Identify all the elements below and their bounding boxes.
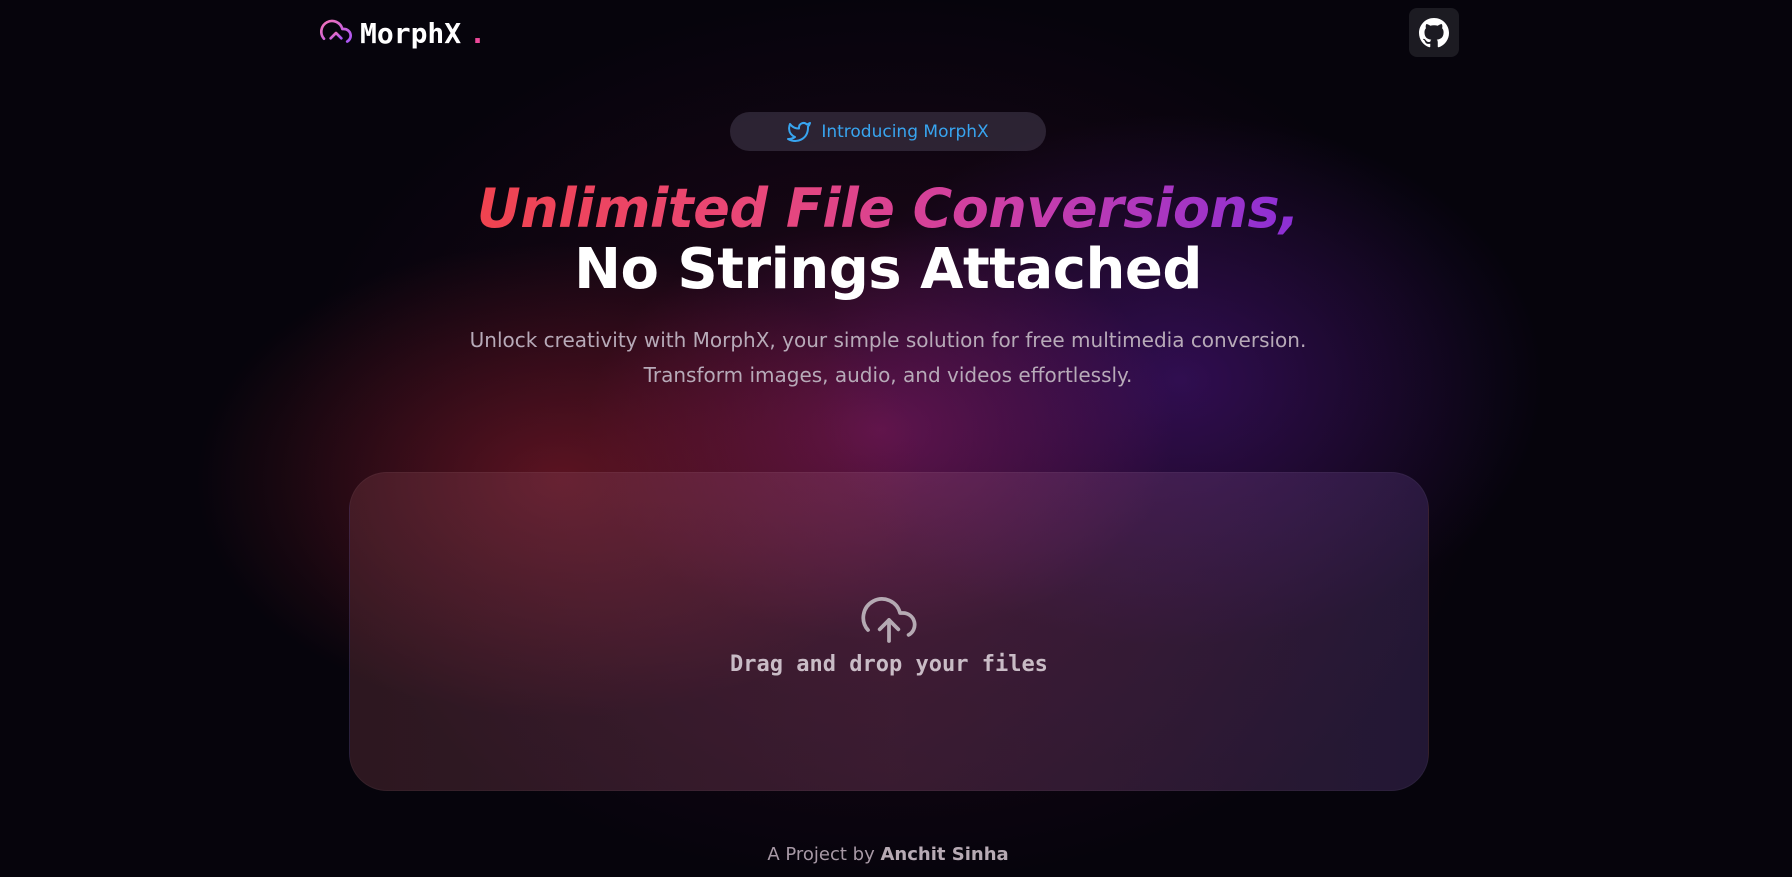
file-dropzone[interactable]: Drag and drop your files xyxy=(349,472,1429,791)
badge-label: Introducing MorphX xyxy=(821,121,989,142)
dropzone-label: Drag and drop your files xyxy=(730,652,1048,677)
header: MorphX . xyxy=(0,0,1792,66)
footer-author-link[interactable]: Anchit Sinha xyxy=(880,844,1008,865)
github-button[interactable] xyxy=(1409,8,1459,57)
page: MorphX . Introducing MorphX Unlimited Fi… xyxy=(0,0,1792,877)
github-icon xyxy=(1419,17,1449,48)
introducing-badge[interactable]: Introducing MorphX xyxy=(730,112,1046,151)
footer: A Project by Anchit Sinha xyxy=(0,844,1776,865)
logo-dot: . xyxy=(469,16,487,50)
title-line-1: Unlimited File Conversions, xyxy=(476,177,1300,240)
title-line-2: No Strings Attached xyxy=(574,237,1202,302)
twitter-icon xyxy=(787,120,812,144)
subtitle-line-2: Transform images, audio, and videos effo… xyxy=(643,363,1133,387)
logo-text: MorphX xyxy=(360,16,462,50)
subtitle-line-1: Unlock creativity with MorphX, your simp… xyxy=(469,328,1307,352)
subtitle: Unlock creativity with MorphX, your simp… xyxy=(0,323,1776,393)
cloud-upload-icon xyxy=(859,592,919,648)
page-title: Unlimited File Conversions, No Strings A… xyxy=(0,176,1776,298)
footer-prefix: A Project by xyxy=(767,844,875,865)
logo[interactable]: MorphX . xyxy=(320,14,486,52)
cloud-upload-icon xyxy=(320,17,352,49)
